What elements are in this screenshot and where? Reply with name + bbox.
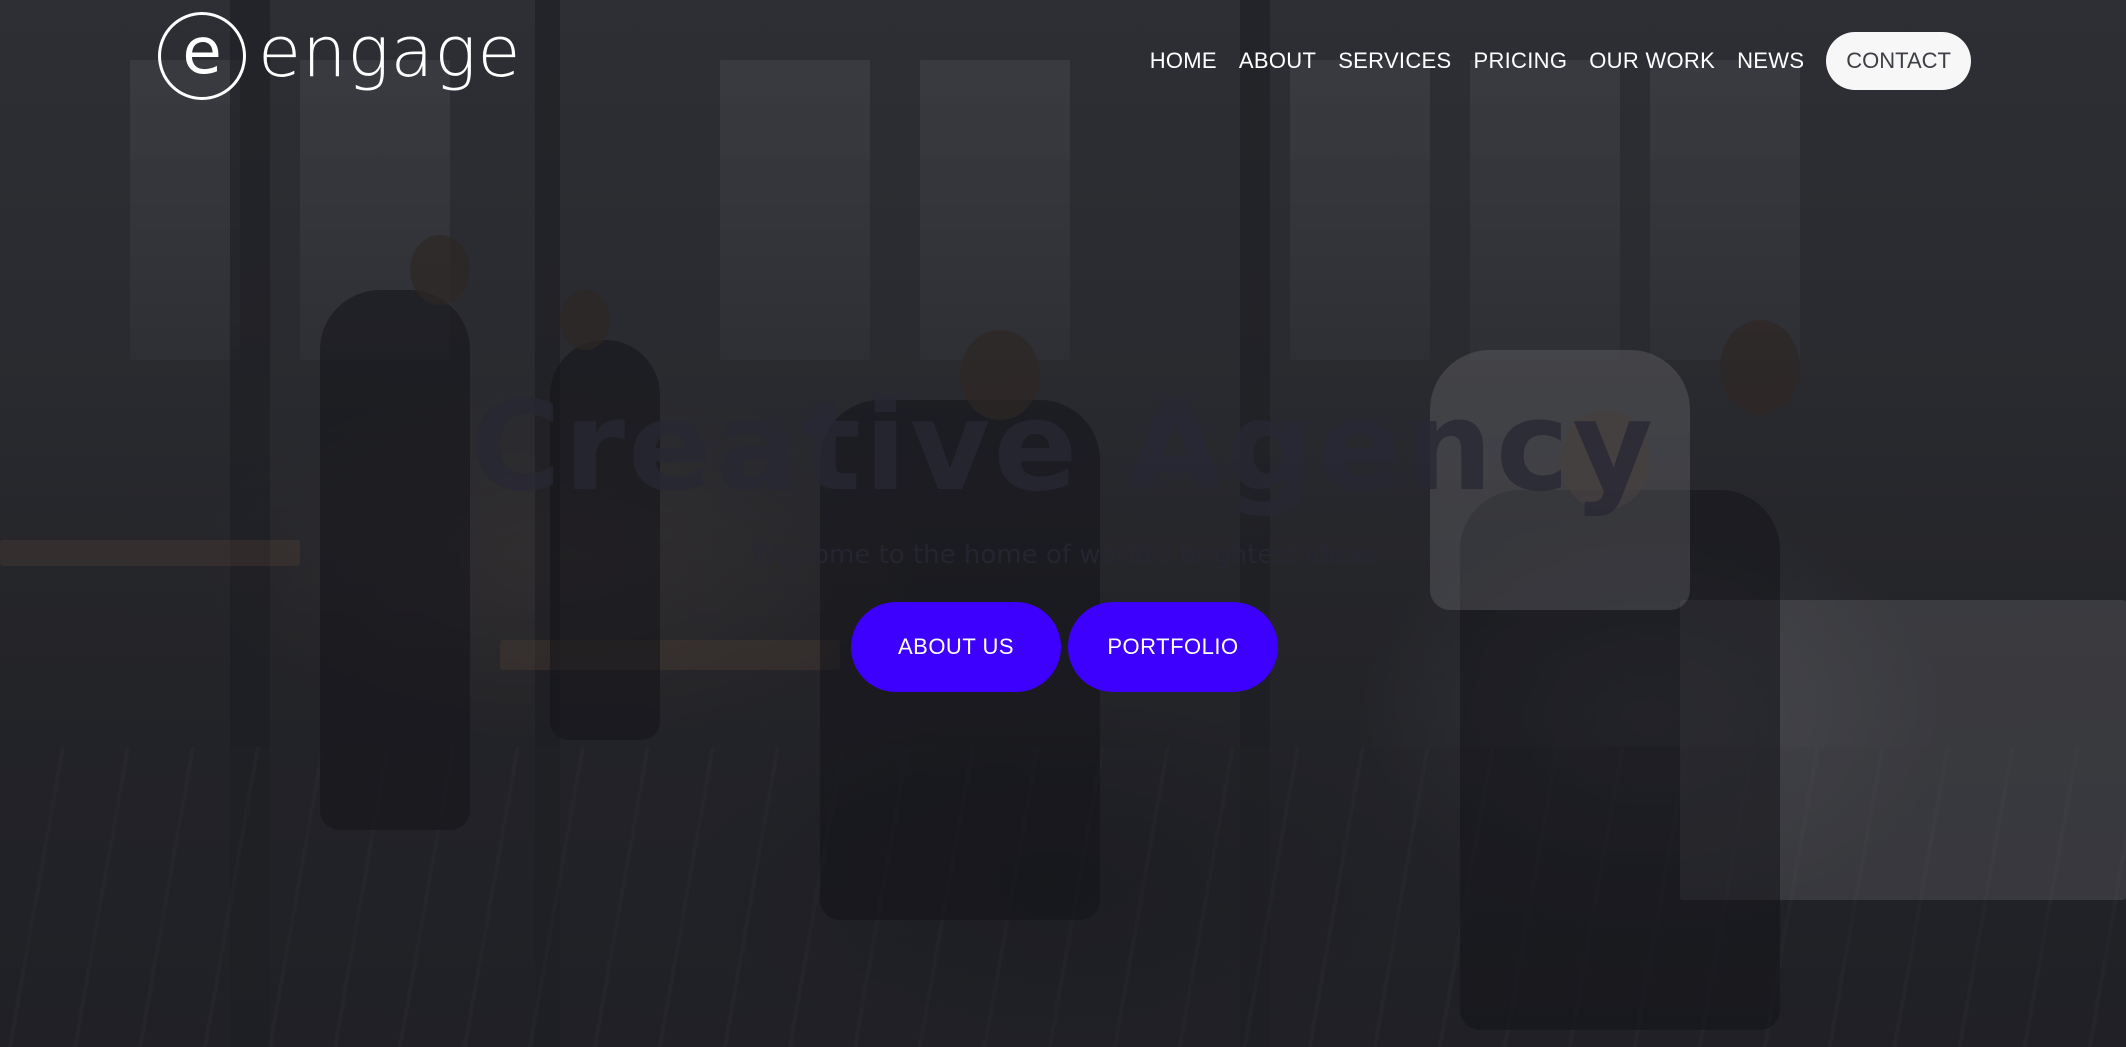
nav-item-services[interactable]: SERVICES — [1338, 48, 1451, 74]
hero-background-image — [0, 0, 2126, 1047]
portfolio-button[interactable]: PORTFOLIO — [1068, 602, 1278, 692]
hero-title: Creative Agency — [469, 375, 1657, 519]
nav-item-about[interactable]: ABOUT — [1239, 48, 1316, 74]
logo-mark-icon: e — [158, 12, 246, 100]
hero-subtitle: Welcome to the home of world's brightest… — [751, 540, 1375, 570]
brand-name: engage — [258, 11, 522, 93]
site-header: e engage HOME ABOUT SERVICES PRICING OUR… — [0, 0, 2126, 120]
contact-button[interactable]: CONTACT — [1826, 32, 1971, 90]
about-us-button[interactable]: ABOUT US — [851, 602, 1061, 692]
main-nav: HOME ABOUT SERVICES PRICING OUR WORK NEW… — [1128, 32, 1971, 90]
nav-item-home[interactable]: HOME — [1150, 48, 1217, 74]
hero-cta-group: ABOUT US PORTFOLIO — [851, 602, 1285, 692]
nav-item-pricing[interactable]: PRICING — [1473, 48, 1567, 74]
brand-logo[interactable]: e engage — [158, 11, 522, 100]
nav-item-news[interactable]: NEWS — [1737, 48, 1804, 74]
logo-letter: e — [182, 15, 222, 89]
nav-item-our-work[interactable]: OUR WORK — [1589, 48, 1715, 74]
